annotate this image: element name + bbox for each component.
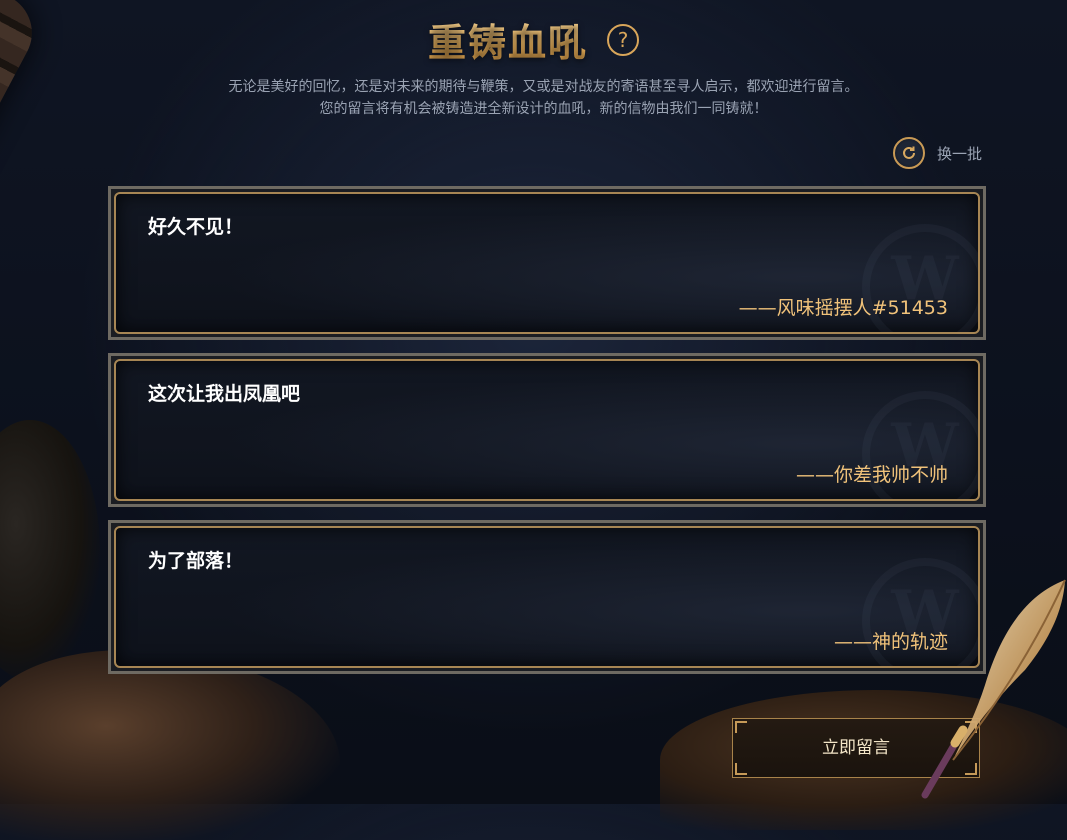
message-card: 好久不见！ ——风味摇摆人#51453 [108,186,986,340]
message-author: ——你差我帅不帅 [795,464,948,486]
refresh-label: 换一批 [937,144,983,163]
message-card-inner: 为了部落！ ——神的轨迹 [114,526,980,668]
button-corner-ornament [735,763,747,775]
message-text: 这次让我出凤凰吧 [148,383,301,405]
refresh-icon [893,137,925,169]
message-card-inner: 这次让我出凤凰吧 ——你差我帅不帅 [114,359,980,501]
decorative-shadow [0,420,100,680]
message-card: 为了部落！ ——神的轨迹 [108,520,986,674]
quill-pen-icon [921,579,1066,799]
leave-message-label: 立即留言 [822,738,890,758]
message-text: 好久不见！ [148,216,244,238]
button-corner-ornament [735,721,747,733]
page-description: 无论是美好的回忆，还是对未来的期待与鞭策，又或是对战友的寄语甚至寻人启示，都欢迎… [0,76,1067,120]
message-card: 这次让我出凤凰吧 ——你差我帅不帅 [108,353,986,507]
message-text: 为了部落！ [148,550,244,572]
header: 重铸血吼 ? [0,12,1067,67]
description-line-1: 无论是美好的回忆，还是对未来的期待与鞭策，又或是对战友的寄语甚至寻人启示，都欢迎… [228,79,859,95]
message-author: ——风味摇摆人#51453 [738,297,948,319]
question-circle-icon[interactable]: ? [607,23,640,56]
page-title: 重铸血吼 [428,12,588,67]
refresh-button[interactable]: 换一批 [893,136,982,170]
message-card-inner: 好久不见！ ——风味摇摆人#51453 [114,192,980,334]
description-line-2: 您的留言将有机会被铸造进全新设计的血吼，新的信物由我们一同铸就！ [319,101,768,117]
decorative-rock-left [0,650,340,840]
